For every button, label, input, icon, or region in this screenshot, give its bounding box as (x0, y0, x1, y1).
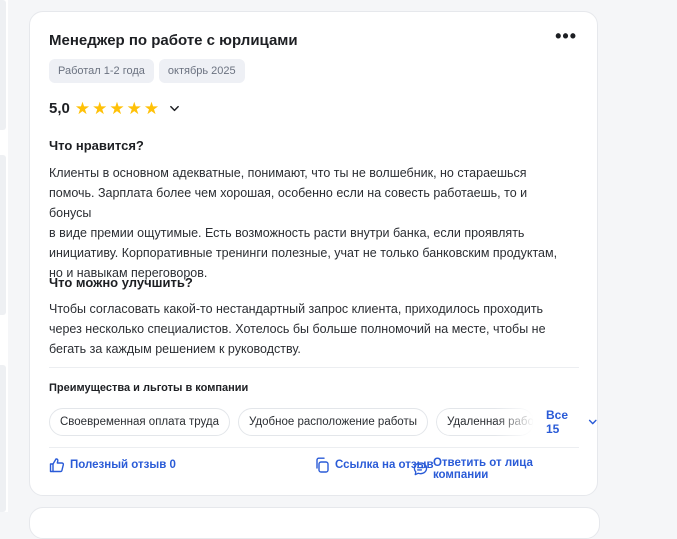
left-panel-segment (0, 365, 6, 512)
left-panel-edge (0, 0, 8, 512)
text-line: в виде премии ощутимые. Есть возможность… (49, 226, 525, 240)
review-title: Менеджер по работе с юрлицами (49, 32, 298, 49)
text-line: Чтобы согласовать какой-то нестандартный… (49, 302, 544, 316)
all-benefits-button[interactable]: Все 15 (546, 408, 597, 436)
likes-heading: Что нравится? (49, 138, 144, 153)
star-icon: ★ (109, 99, 125, 118)
text-line: помочь. Зарплата более чем хорошая, особ… (49, 186, 528, 220)
rating-row[interactable]: 5,0 ★ ★ ★ ★ ★ (49, 100, 180, 117)
star-icon: ★ (92, 99, 108, 118)
left-panel-segment (0, 0, 6, 130)
text-line: бегать за каждым решением к руководству. (49, 342, 301, 356)
divider (49, 447, 579, 448)
divider (49, 367, 579, 368)
reply-as-company-label: Ответить от лица компании (432, 457, 533, 481)
star-icon: ★ (143, 99, 160, 118)
review-card: Менеджер по работе с юрлицами ••• Работа… (29, 11, 598, 496)
thumbs-up-icon (49, 458, 65, 473)
star-icon: ★ (74, 99, 91, 118)
useful-review-button[interactable]: Полезный отзыв 0 (49, 457, 176, 473)
benefit-chip: Своевременная оплата труда (49, 408, 231, 436)
benefit-chip: Удаленная работа (435, 408, 534, 436)
review-tags: Работал 1-2 года октябрь 2025 (49, 59, 245, 83)
text-line: инициативу. Корпоративные тренинги полез… (49, 246, 558, 260)
review-actions: Полезный отзыв 0 Ссылка на отзыв Ответит… (49, 457, 581, 481)
benefits-chips: Своевременная оплата труда Удобное распо… (49, 408, 597, 436)
tag-date: октябрь 2025 (158, 59, 245, 83)
chevron-down-icon (588, 419, 597, 425)
text-line: Клиенты в основном адекватные, понимают,… (49, 166, 527, 180)
all-benefits-label: Все 15 (545, 408, 568, 436)
chevron-down-icon[interactable] (169, 103, 180, 114)
more-options-button[interactable]: ••• (555, 26, 577, 47)
improve-heading: Что можно улучшить? (49, 275, 193, 290)
useful-review-label: Полезный отзыв 0 (70, 459, 176, 471)
rating-value: 5,0 (49, 100, 70, 117)
benefit-chip: Удобное расположение работы (238, 408, 428, 436)
left-panel-segment (0, 155, 6, 315)
reply-as-company-button[interactable]: Ответить от лица компании (413, 457, 581, 481)
improve-text: Чтобы согласовать какой-то нестандартный… (49, 299, 569, 359)
benefits-heading: Преимущества и льготы в компании (49, 382, 249, 394)
copy-link-icon (316, 457, 329, 473)
likes-text: Клиенты в основном адекватные, понимают,… (49, 163, 569, 283)
star-icon: ★ (126, 99, 142, 118)
chat-bubble-icon (413, 462, 428, 476)
text-line: через несколько специалистов. Хотелось б… (49, 322, 546, 336)
tag-experience: Работал 1-2 года (49, 59, 154, 83)
